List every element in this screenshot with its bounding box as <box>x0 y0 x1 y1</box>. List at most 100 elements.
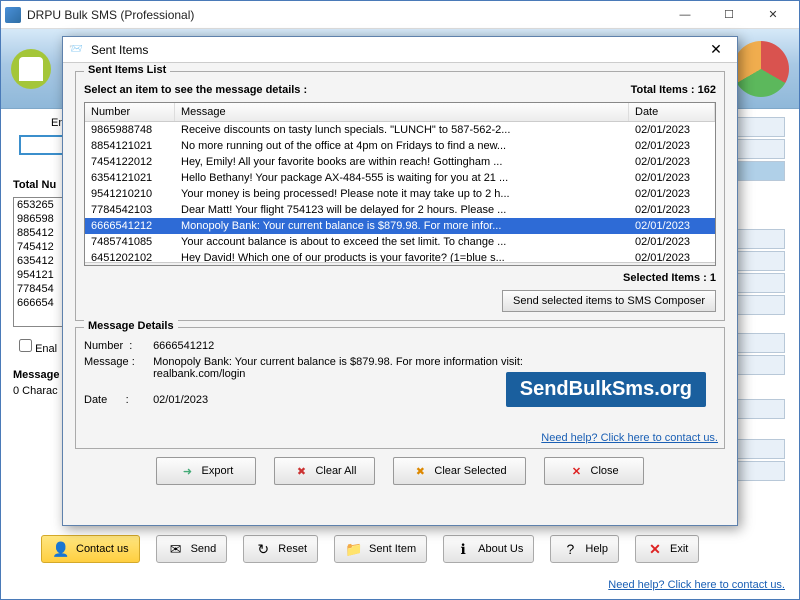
close-window-button[interactable]: ✕ <box>751 2 795 28</box>
cell-date: 02/01/2023 <box>629 138 715 154</box>
cell-number: 6354121021 <box>85 170 175 186</box>
help-label: Help <box>585 543 608 555</box>
table-row[interactable]: 8854121021No more running out of the off… <box>85 138 715 154</box>
about-us-button[interactable]: ℹAbout Us <box>443 535 534 563</box>
header-date[interactable]: Date <box>629 103 715 121</box>
send-button[interactable]: ✉ Send <box>156 535 228 563</box>
selection-row: Selected Items : 1 <box>84 272 716 284</box>
maximize-button[interactable]: ☐ <box>707 2 751 28</box>
details-help-link[interactable]: Need help? Click here to contact us. <box>541 432 718 444</box>
cell-message: No more running out of the office at 4pm… <box>175 138 629 154</box>
cell-date: 02/01/2023 <box>629 122 715 138</box>
about-label: About Us <box>478 543 523 555</box>
app-title: DRPU Bulk SMS (Professional) <box>27 8 663 22</box>
close-icon: ✕ <box>569 463 585 479</box>
cell-number: 6451202102 <box>85 250 175 262</box>
person-icon: 👤 <box>52 540 70 558</box>
close-button[interactable]: ✕ Close <box>544 457 644 485</box>
cell-message: Your account balance is about to exceed … <box>175 234 629 250</box>
dialog-titlebar: 📨 Sent Items ✕ <box>63 37 737 63</box>
clear-selected-label: Clear Selected <box>434 465 506 477</box>
cell-number: 9541210210 <box>85 186 175 202</box>
table-row[interactable]: 6354121021Hello Bethany! Your package AX… <box>85 170 715 186</box>
total-numbers-label: Total Nu <box>13 179 56 191</box>
minimize-button[interactable]: — <box>663 2 707 28</box>
android-icon <box>11 49 51 89</box>
detail-number-row: Number : 6666541212 <box>84 340 716 352</box>
clear-selected-button[interactable]: ✖ Clear Selected <box>393 457 525 485</box>
reset-label: Reset <box>278 543 307 555</box>
exit-button[interactable]: ✕ Exit <box>635 535 699 563</box>
contact-us-button[interactable]: 👤 Contact us <box>41 535 140 563</box>
sent-items-table[interactable]: Number Message Date 9865988748Receive di… <box>84 102 716 266</box>
refresh-icon: ↻ <box>254 540 272 558</box>
date-value: 02/01/2023 <box>153 394 208 406</box>
clear-selected-icon: ✖ <box>412 463 428 479</box>
table-row[interactable]: 7485741085Your account balance is about … <box>85 234 715 250</box>
cell-message: Hey, Emily! All your favorite books are … <box>175 154 629 170</box>
cell-date: 02/01/2023 <box>629 170 715 186</box>
table-header: Number Message Date <box>85 103 715 122</box>
send-to-composer-button[interactable]: Send selected items to SMS Composer <box>502 290 716 312</box>
table-row[interactable]: 6451202102Hey David! Which one of our pr… <box>85 250 715 262</box>
message-label: Message <box>13 369 59 381</box>
number-label: Number : <box>84 340 150 352</box>
enable-checkbox[interactable]: Enal <box>19 339 57 355</box>
exit-label: Exit <box>670 543 688 555</box>
table-row[interactable]: 6666541212Monopoly Bank: Your current ba… <box>85 218 715 234</box>
main-titlebar: DRPU Bulk SMS (Professional) — ☐ ✕ <box>1 1 799 29</box>
export-button[interactable]: ➜Export <box>156 457 256 485</box>
cell-date: 02/01/2023 <box>629 250 715 262</box>
cell-date: 02/01/2023 <box>629 218 715 234</box>
help-icon: ? <box>561 540 579 558</box>
dialog-title: Sent Items <box>91 43 701 57</box>
sent-item-label: Sent Item <box>369 543 416 555</box>
cell-number: 7784542103 <box>85 202 175 218</box>
cell-number: 7454122012 <box>85 154 175 170</box>
header-number[interactable]: Number <box>85 103 175 121</box>
table-row[interactable]: 7454122012Hey, Emily! All your favorite … <box>85 154 715 170</box>
table-row[interactable]: 9865988748Receive discounts on tasty lun… <box>85 122 715 138</box>
instruction-row: Select an item to see the message detail… <box>84 84 716 96</box>
table-row[interactable]: 9541210210Your money is being processed!… <box>85 186 715 202</box>
table-body[interactable]: 9865988748Receive discounts on tasty lun… <box>85 122 715 262</box>
clear-all-button[interactable]: ✖Clear All <box>274 457 375 485</box>
selected-count: Selected Items : 1 <box>623 272 716 284</box>
horizontal-scrollbar[interactable]: ◄► <box>85 262 715 266</box>
dialog-body: Sent Items List Select an item to see th… <box>63 63 737 493</box>
cell-message: Hello Bethany! Your package AX-484-555 i… <box>175 170 629 186</box>
clear-all-icon: ✖ <box>293 463 309 479</box>
close-label: Close <box>591 465 619 477</box>
cell-number: 6666541212 <box>85 218 175 234</box>
help-link[interactable]: Need help? Click here to contact us. <box>608 579 785 591</box>
help-button[interactable]: ? Help <box>550 535 619 563</box>
sent-items-dialog: 📨 Sent Items ✕ Sent Items List Select an… <box>62 36 738 526</box>
cell-message: Hey David! Which one of our products is … <box>175 250 629 262</box>
cell-date: 02/01/2023 <box>629 186 715 202</box>
total-items: Total Items : 162 <box>631 84 716 96</box>
message-details-group: Message Details Number : 6666541212 Mess… <box>75 327 725 449</box>
reset-button[interactable]: ↻ Reset <box>243 535 318 563</box>
export-label: Export <box>202 465 234 477</box>
details-title: Message Details <box>84 320 178 332</box>
folder-icon: 📁 <box>345 540 363 558</box>
contact-label: Contact us <box>76 543 129 555</box>
dialog-icon: 📨 <box>69 42 85 58</box>
envelope-icon: ✉ <box>167 540 185 558</box>
cell-date: 02/01/2023 <box>629 202 715 218</box>
char-count: 0 Charac <box>13 385 58 397</box>
group-title: Sent Items List <box>84 64 170 76</box>
bottom-toolbar: 👤 Contact us ✉ Send ↻ Reset 📁 Sent Item ℹAbo… <box>1 529 799 569</box>
cell-message: Monopoly Bank: Your current balance is $… <box>175 218 629 234</box>
table-row[interactable]: 7784542103Dear Matt! Your flight 754123 … <box>85 202 715 218</box>
exit-icon: ✕ <box>646 540 664 558</box>
dialog-close-button[interactable]: ✕ <box>701 41 731 58</box>
header-message[interactable]: Message <box>175 103 629 121</box>
pie-chart-icon <box>733 41 789 97</box>
send-label: Send <box>191 543 217 555</box>
watermark: SendBulkSms.org <box>506 372 706 407</box>
sent-item-button[interactable]: 📁 Sent Item <box>334 535 427 563</box>
cell-date: 02/01/2023 <box>629 234 715 250</box>
cell-message: Dear Matt! Your flight 754123 will be de… <box>175 202 629 218</box>
cell-number: 8854121021 <box>85 138 175 154</box>
